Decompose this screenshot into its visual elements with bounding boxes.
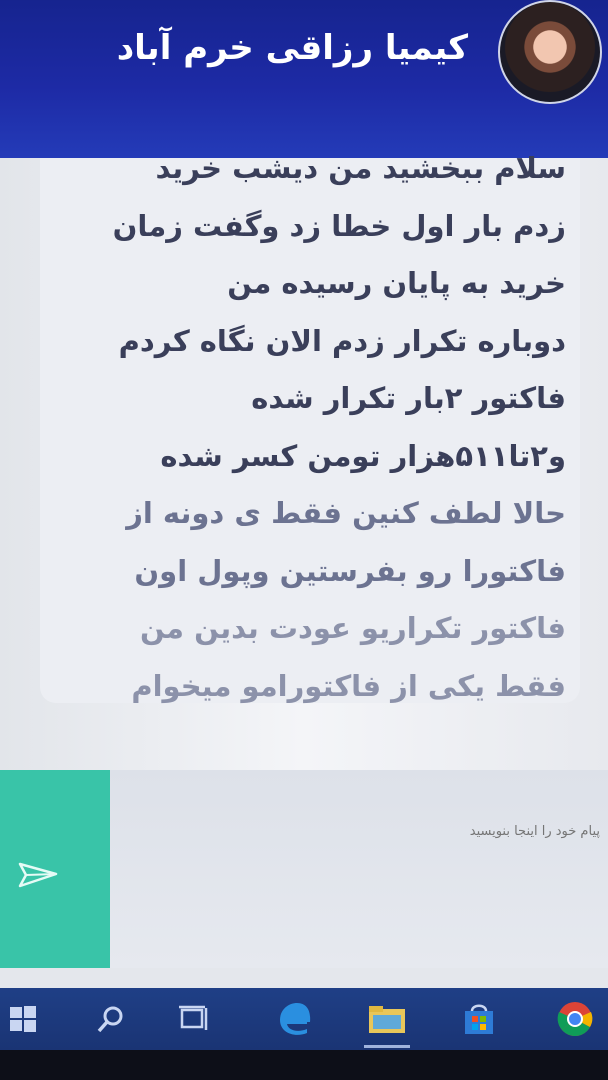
monitor-bezel xyxy=(0,1050,608,1080)
compose-row xyxy=(0,770,608,968)
avatar[interactable] xyxy=(498,0,602,104)
task-view-icon[interactable] xyxy=(172,996,218,1042)
message-line: فقط یکی از فاکتورامو میخوام xyxy=(131,668,566,703)
message-line: خرید به پایان رسیده من xyxy=(227,266,566,300)
chrome-icon[interactable] xyxy=(552,996,598,1042)
edge-icon[interactable] xyxy=(272,996,318,1042)
windows-start-icon[interactable] xyxy=(0,996,46,1042)
store-icon[interactable] xyxy=(456,996,502,1042)
message-line: فاکتور ۲بار تکرار شده xyxy=(251,381,566,415)
message-bubble: سلام ببخشید من دیشب خرید زدم بار اول خطا… xyxy=(40,151,580,703)
message-line: زدم بار اول خطا زد وگفت زمان xyxy=(112,208,566,243)
message-line: فاکتورا رو بفرستین وپول اون xyxy=(134,553,566,588)
send-icon xyxy=(18,862,58,888)
message-line: دوباره تکرار زدم الان نگاه کردم xyxy=(118,323,566,358)
message-line: حالا لطف کنین فقط ی دونه از xyxy=(126,496,566,530)
file-explorer-icon[interactable] xyxy=(364,996,410,1048)
message-line: سلام ببخشید من دیشب خرید xyxy=(155,151,566,185)
contact-name: کیمیا رزاقی خرم آباد xyxy=(116,28,468,68)
message-line: و۲تا۵۱۱هزار تومن کسر شده xyxy=(160,438,566,473)
message-text: سلام ببخشید من دیشب خرید زدم بار اول خطا… xyxy=(46,140,566,715)
chat-header: کیمیا رزاقی خرم آباد xyxy=(0,0,608,158)
footer-strip xyxy=(0,968,608,988)
message-input[interactable] xyxy=(120,800,602,862)
search-icon[interactable] xyxy=(88,996,134,1042)
taskbar xyxy=(0,988,608,1050)
chat-area: سلام ببخشید من دیشب خرید زدم بار اول خطا… xyxy=(0,151,608,770)
message-line: فاکتور تکراریو عودت بدین من xyxy=(139,611,566,645)
send-button[interactable] xyxy=(0,770,110,968)
